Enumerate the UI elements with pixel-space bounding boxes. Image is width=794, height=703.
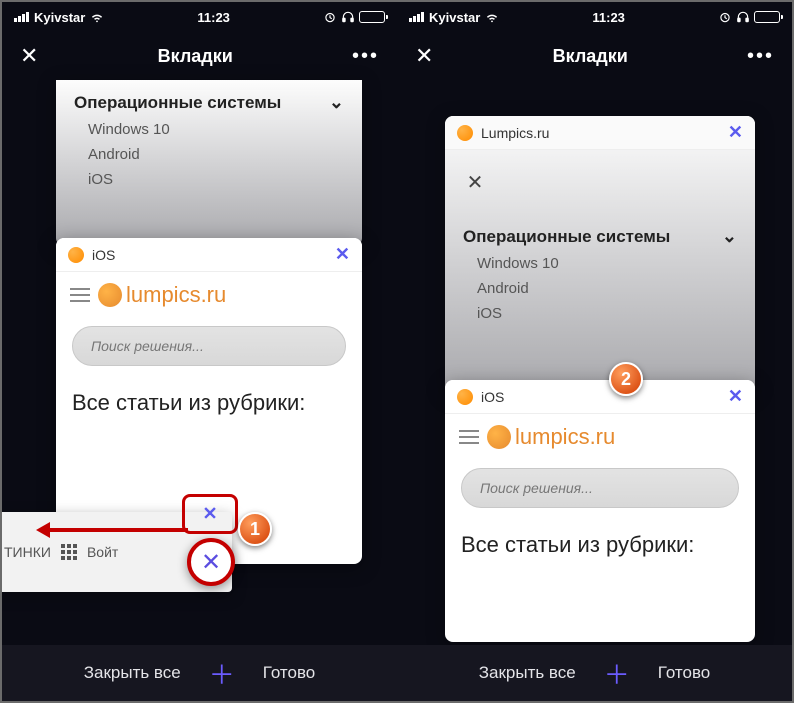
page-close-icon[interactable]: ✕: [459, 166, 491, 198]
hamburger-icon[interactable]: [459, 430, 479, 444]
headphones-icon: [736, 10, 750, 24]
favicon-icon: [457, 125, 473, 141]
search-input[interactable]: Поиск решения...: [72, 326, 346, 366]
battery-icon: [359, 11, 385, 23]
done-button[interactable]: Готово: [658, 663, 711, 683]
done-button[interactable]: Готово: [263, 663, 316, 683]
close-tabs-button[interactable]: ✕: [415, 43, 433, 69]
alarm-icon: [323, 10, 337, 24]
chevron-down-icon[interactable]: ⌄: [722, 226, 737, 247]
chevron-down-icon[interactable]: ⌄: [329, 92, 344, 113]
battery-icon: [754, 11, 780, 23]
menu-item[interactable]: iOS: [56, 167, 362, 192]
search-input[interactable]: Поиск решения...: [461, 468, 739, 508]
favicon-icon: [457, 389, 473, 405]
grid-icon[interactable]: [61, 544, 77, 560]
phone-screenshot-left: Kyivstar 11:23 ✕ Вкладки ••• Операционны…: [2, 2, 397, 701]
signal-icon: [409, 12, 424, 22]
site-logo[interactable]: lumpics.ru: [98, 282, 226, 308]
menu-item[interactable]: Android: [56, 142, 362, 167]
annotation-highlight-close: ✕: [182, 494, 238, 534]
tab-card-lumpics[interactable]: Lumpics.ru ✕ ✕ Операционные системы ⌄ Win…: [445, 116, 755, 392]
menu-header: Операционные системы: [463, 227, 670, 247]
close-all-button[interactable]: Закрыть все: [84, 663, 181, 683]
navbar-title: Вкладки: [158, 46, 233, 67]
bottom-toolbar: Закрыть все ＋ Готово: [397, 645, 792, 701]
menu-item[interactable]: Windows 10: [56, 117, 362, 142]
hamburger-icon[interactable]: [70, 288, 90, 302]
close-all-button[interactable]: Закрыть все: [479, 663, 576, 683]
phone-screenshot-right: Kyivstar 11:23 ✕ Вкладки ••• Lumpics.ru …: [397, 2, 792, 701]
login-fragment[interactable]: Войт: [87, 544, 118, 560]
new-tab-button[interactable]: ＋: [209, 655, 235, 692]
article-heading: Все статьи из рубрики:: [56, 382, 362, 424]
tab-card-ios[interactable]: iOS ✕ lumpics.ru Поиск решения... Все ст…: [445, 380, 755, 642]
signal-icon: [14, 12, 29, 22]
status-bar: Kyivstar 11:23: [397, 2, 792, 32]
tab-title: Lumpics.ru: [481, 125, 549, 141]
wifi-icon: [90, 10, 104, 24]
clock: 11:23: [197, 10, 230, 25]
tab-fragment-label: ТИНКИ: [4, 544, 51, 560]
site-logo[interactable]: lumpics.ru: [487, 424, 615, 450]
carrier-label: Kyivstar: [429, 10, 480, 25]
menu-item[interactable]: iOS: [445, 301, 755, 326]
carrier-label: Kyivstar: [34, 10, 85, 25]
close-tabs-button[interactable]: ✕: [20, 43, 38, 69]
alarm-icon: [718, 10, 732, 24]
more-button[interactable]: •••: [352, 45, 379, 68]
menu-item[interactable]: Android: [445, 276, 755, 301]
menu-item[interactable]: Windows 10: [445, 251, 755, 276]
annotation-badge-1: 1: [238, 512, 272, 546]
browser-navbar: ✕ Вкладки •••: [2, 32, 397, 80]
wifi-icon: [485, 10, 499, 24]
close-tab-fab[interactable]: ✕: [187, 538, 235, 586]
tab-close-button[interactable]: ✕: [728, 386, 743, 407]
tab-close-button[interactable]: ✕: [335, 244, 350, 265]
headphones-icon: [341, 10, 355, 24]
tab-title: iOS: [481, 389, 504, 405]
annotation-badge-2: 2: [609, 362, 643, 396]
bottom-toolbar: Закрыть все ＋ Готово: [2, 645, 397, 701]
tab-title: iOS: [92, 247, 115, 263]
tab-close-button[interactable]: ✕: [728, 122, 743, 143]
clock: 11:23: [592, 10, 625, 25]
tab-card-background[interactable]: Операционные системы ⌄ Windows 10 Android…: [56, 80, 362, 246]
new-tab-button[interactable]: ＋: [604, 655, 630, 692]
navbar-title: Вкладки: [553, 46, 628, 67]
more-button[interactable]: •••: [747, 45, 774, 68]
status-bar: Kyivstar 11:23: [2, 2, 397, 32]
swipe-arrow-annotation: [48, 528, 188, 532]
menu-header: Операционные системы: [74, 93, 281, 113]
favicon-icon: [68, 247, 84, 263]
browser-navbar: ✕ Вкладки •••: [397, 32, 792, 80]
article-heading: Все статьи из рубрики:: [445, 524, 755, 566]
